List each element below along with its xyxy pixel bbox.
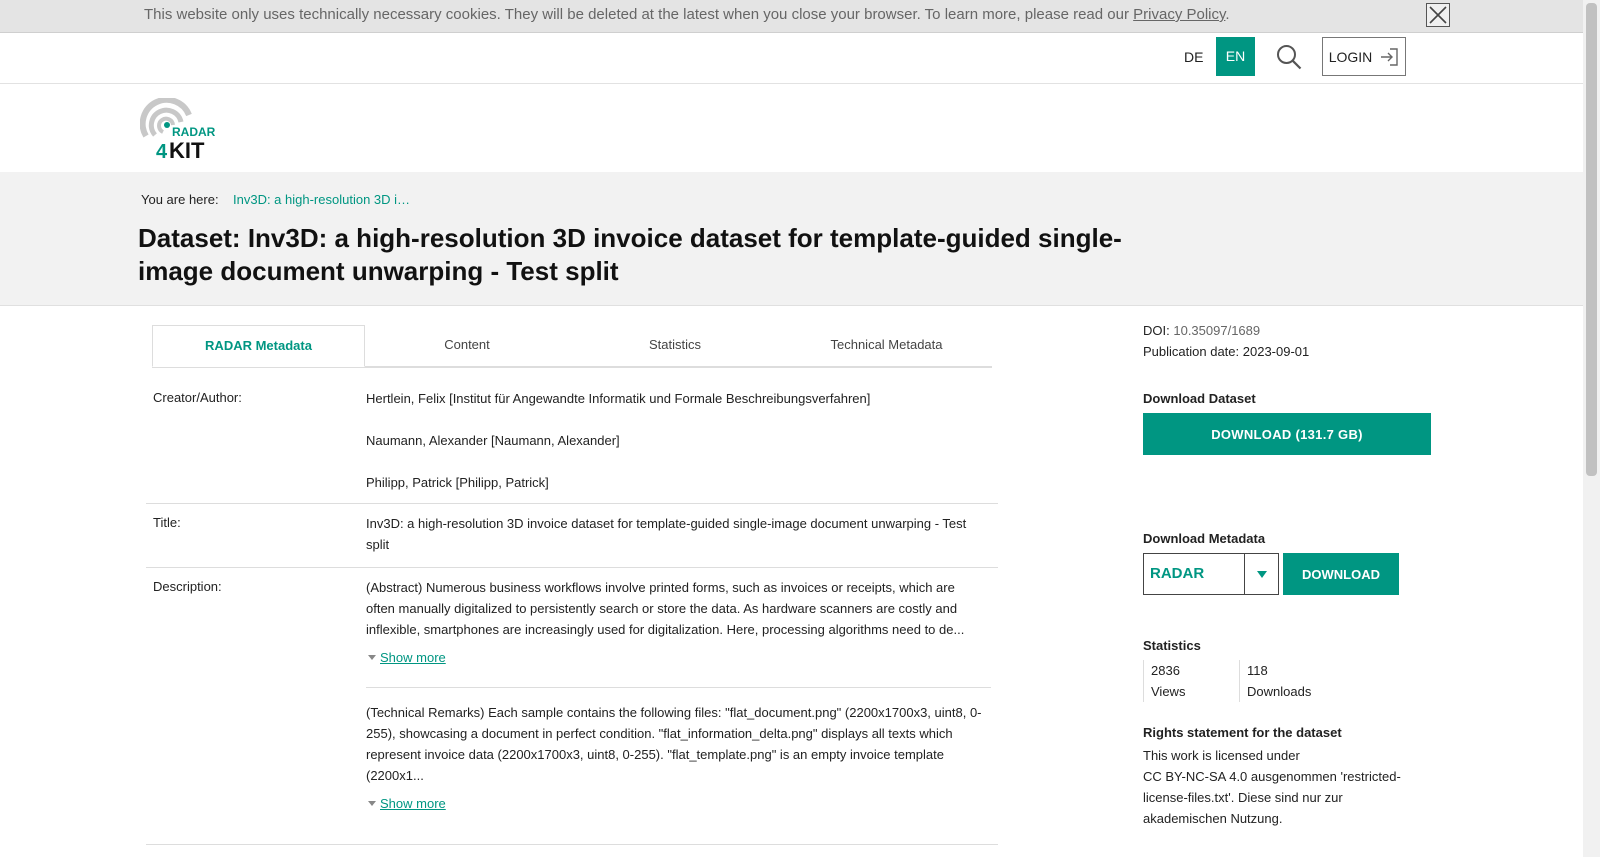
- title-value: Inv3D: a high-resolution 3D invoice data…: [366, 516, 967, 552]
- description-row: Description: (Abstract) Numerous busines…: [146, 568, 998, 845]
- downloads-label: Downloads: [1247, 684, 1312, 699]
- breadcrumb-area: You are here: Inv3D: a high-resolution 3…: [0, 172, 1583, 306]
- close-icon: [1429, 6, 1447, 24]
- cookie-text: This website only uses technically neces…: [144, 6, 1230, 23]
- doi-line: DOI: 10.35097/1689: [1143, 320, 1443, 341]
- logo-4-text: 4: [156, 141, 168, 160]
- description-label: Description:: [153, 579, 222, 594]
- top-bar: DE EN LOGIN: [0, 33, 1583, 84]
- abstract-text: (Abstract) Numerous business workflows i…: [366, 580, 965, 637]
- metadata-format-select[interactable]: RADAR: [1143, 553, 1279, 595]
- rights-heading: Rights statement for the dataset: [1143, 725, 1342, 740]
- caret-down-icon: [368, 801, 376, 807]
- tab-statistics[interactable]: Statistics: [569, 325, 781, 367]
- cookie-banner: This website only uses technically neces…: [0, 0, 1583, 33]
- rights-line-1: This work is licensed under: [1143, 748, 1300, 763]
- title-label: Title:: [153, 515, 181, 530]
- tab-content[interactable]: Content: [365, 325, 569, 367]
- show-more-link[interactable]: Show more: [380, 650, 446, 665]
- scrollbar-thumb[interactable]: [1586, 3, 1597, 476]
- tab-technical-metadata[interactable]: Technical Metadata: [781, 325, 992, 367]
- downloads-stat: 118 Downloads: [1239, 660, 1311, 702]
- views-label: Views: [1151, 684, 1186, 699]
- cookie-close-button[interactable]: [1426, 3, 1450, 27]
- doi-link[interactable]: 10.35097/1689: [1173, 323, 1260, 338]
- technical-remarks-text: (Technical Remarks) Each sample contains…: [366, 705, 982, 783]
- doi-label: DOI:: [1143, 323, 1170, 338]
- creator-2: Naumann, Alexander [Naumann, Alexander]: [366, 433, 620, 448]
- login-icon: [1381, 47, 1398, 66]
- login-label: LOGIN: [1328, 48, 1373, 65]
- breadcrumb-current-link[interactable]: Inv3D: a high-resolution 3D i…: [233, 192, 410, 207]
- creator-row: Creator/Author: Hertlein, Felix [Institu…: [146, 380, 998, 504]
- site-header: RADAR 4 KIT: [0, 84, 1583, 172]
- description-divider: [366, 687, 991, 688]
- publication-date-line: Publication date: 2023-09-01: [1143, 341, 1443, 362]
- language-en-button[interactable]: EN: [1216, 37, 1255, 76]
- creator-1: Hertlein, Felix [Institut für Angewandte…: [366, 391, 871, 406]
- creator-3: Philipp, Patrick [Philipp, Patrick]: [366, 475, 549, 490]
- rights-line-2[interactable]: CC BY-NC-SA 4.0 ausgenommen 'restricted-…: [1143, 766, 1425, 829]
- metadata-format-value: RADAR: [1150, 565, 1205, 582]
- statistics-panel: 2836 Views 118 Downloads: [1143, 660, 1443, 702]
- download-metadata-button[interactable]: DOWNLOAD: [1283, 553, 1399, 595]
- download-dataset-heading: Download Dataset: [1143, 391, 1256, 406]
- pubdate-value: 2023-09-01: [1242, 344, 1310, 359]
- logo-radar-text: RADAR: [172, 125, 216, 139]
- metadata-tabs: RADAR Metadata Content Statistics Techni…: [152, 325, 992, 368]
- metadata-table: Creator/Author: Hertlein, Felix [Institu…: [146, 380, 998, 845]
- creator-label: Creator/Author:: [153, 390, 242, 405]
- download-dataset-button[interactable]: DOWNLOAD (131.7 GB): [1143, 413, 1431, 455]
- download-metadata-heading: Download Metadata: [1143, 531, 1266, 546]
- caret-down-icon: [368, 655, 376, 661]
- privacy-policy-link[interactable]: Privacy Policy: [1133, 6, 1225, 23]
- search-icon[interactable]: [1275, 43, 1303, 71]
- statistics-heading: Statistics: [1143, 638, 1201, 653]
- remarks-show-more[interactable]: Show more: [366, 793, 986, 814]
- login-button[interactable]: LOGIN: [1322, 37, 1406, 76]
- dataset-sidebar: DOI: 10.35097/1689 Publication date: 202…: [1143, 320, 1443, 829]
- language-de-button[interactable]: DE: [1184, 49, 1203, 65]
- abstract-show-more[interactable]: Show more: [366, 647, 986, 668]
- page-scrollbar[interactable]: [1583, 0, 1600, 857]
- show-more-link[interactable]: Show more: [380, 796, 446, 811]
- triangle-down-icon: [1256, 570, 1267, 578]
- logo-kit-text: KIT: [169, 138, 205, 160]
- title-row: Title: Inv3D: a high-resolution 3D invoi…: [146, 504, 998, 568]
- select-arrow: [1244, 554, 1278, 594]
- cookie-suffix: .: [1225, 6, 1230, 23]
- cookie-message: This website only uses technically neces…: [144, 6, 1134, 23]
- views-count: 2836: [1151, 663, 1180, 678]
- download-metadata-controls: RADAR DOWNLOAD: [1143, 553, 1443, 595]
- radar4kit-logo[interactable]: RADAR 4 KIT: [140, 98, 220, 160]
- page-title: Dataset: Inv3D: a high-resolution 3D inv…: [138, 223, 1122, 286]
- pubdate-label: Publication date:: [1143, 344, 1240, 359]
- tab-radar-metadata[interactable]: RADAR Metadata: [152, 325, 365, 367]
- downloads-count: 118: [1247, 663, 1268, 678]
- breadcrumb-label: You are here:: [141, 192, 219, 207]
- views-stat: 2836 Views: [1143, 660, 1239, 702]
